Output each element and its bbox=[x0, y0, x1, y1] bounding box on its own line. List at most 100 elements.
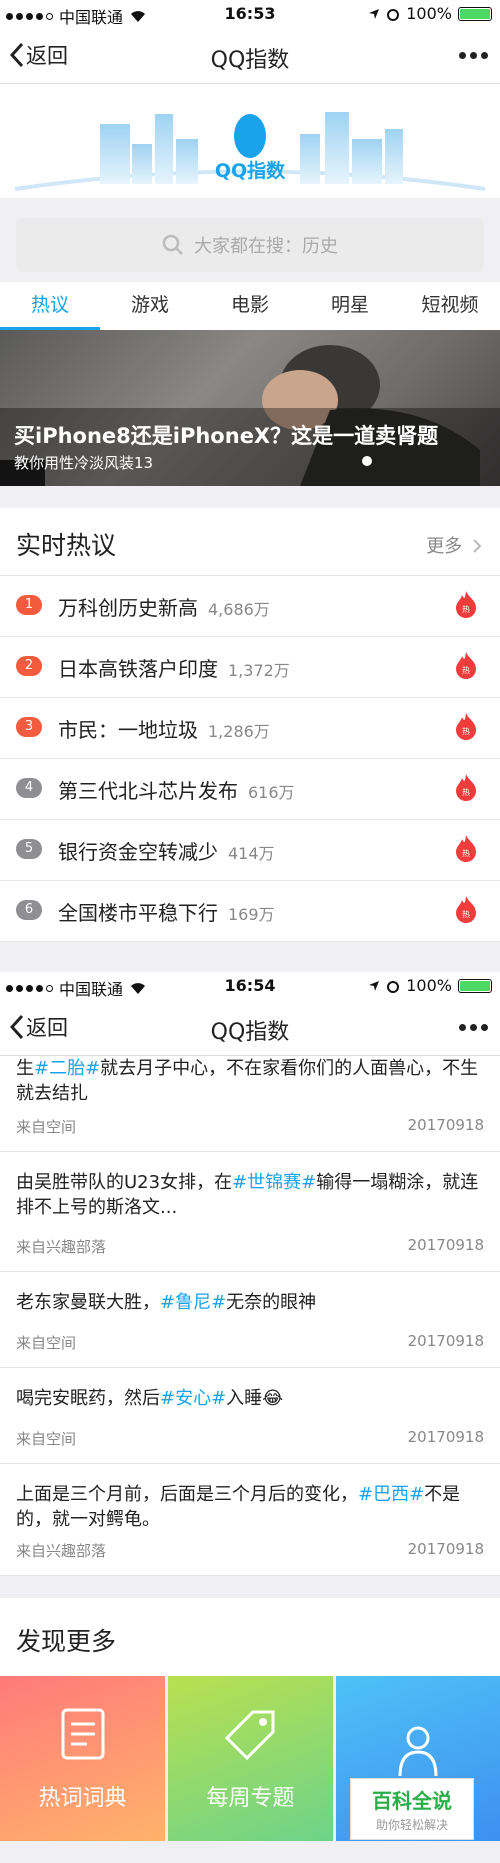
hot-list-row[interactable]: 5 银行资金空转减少 414万 热 bbox=[0, 820, 500, 881]
fire-icon: 热 bbox=[456, 774, 476, 801]
feed-source: 来自空间 bbox=[16, 1334, 77, 1352]
battery-icon bbox=[458, 6, 492, 21]
topic-text: 第三代北斗芯片发布 bbox=[58, 779, 238, 803]
feed-date: 20170918 bbox=[407, 1428, 484, 1446]
feed-date: 20170918 bbox=[407, 1540, 484, 1558]
fire-icon: 热 bbox=[456, 652, 476, 679]
hashtag-link[interactable]: #二胎# bbox=[34, 1058, 100, 1079]
discover-section-header: 发现更多 bbox=[0, 1598, 500, 1676]
hashtag-link[interactable]: #世锦赛# bbox=[232, 1172, 316, 1193]
topic-count: 4,686万 bbox=[208, 600, 270, 619]
topic-title: 市民：一地垃圾 1,286万 bbox=[58, 714, 270, 743]
tile-hot-word-dictionary[interactable]: 热词词典 bbox=[0, 1676, 165, 1841]
tag-icon bbox=[224, 1710, 274, 1760]
alarm-icon bbox=[387, 8, 400, 21]
feed-text-part: 老东家曼联大胜， bbox=[16, 1292, 160, 1313]
topic-count: 616万 bbox=[248, 783, 295, 802]
feed-item[interactable]: 上面是三个月前，后面是三个月后的变化，#巴西#不是的，就一对鳄龟。 来自兴趣部落 2… bbox=[0, 1464, 500, 1576]
svg-text:热: 热 bbox=[462, 726, 470, 736]
feed-text-part: 生 bbox=[16, 1058, 34, 1079]
chevron-left-icon bbox=[10, 42, 24, 68]
feed-item[interactable]: 喝完安眠药，然后#安心#入睡😂 来自空间 20170918 bbox=[0, 1368, 500, 1464]
rank-badge: 2 bbox=[16, 656, 42, 676]
back-label: 返回 bbox=[26, 44, 68, 68]
battery-percent: 100% bbox=[406, 4, 452, 23]
hot-list-row[interactable]: 4 第三代北斗芯片发布 616万 热 bbox=[0, 759, 500, 820]
feed-text: 老东家曼联大胜，#鲁尼#无奈的眼神 bbox=[16, 1290, 484, 1315]
tab-games[interactable]: 游戏 bbox=[100, 282, 200, 330]
topic-title: 万科创历史新高 4,686万 bbox=[58, 592, 270, 621]
tile-weekly-topics[interactable]: 每周专题 bbox=[168, 1676, 333, 1841]
section-title: 实时热议 bbox=[16, 531, 117, 560]
feed-text-part: 由吴胜带队的U23女排，在 bbox=[16, 1172, 233, 1193]
rank-badge: 1 bbox=[16, 595, 42, 615]
feed-text-part: 喝完安眠药，然后 bbox=[16, 1388, 160, 1409]
feed-item[interactable]: 生#二胎#就去月子中心，不在家看你们的人面兽心，不生就去结扎来自空间 201709… bbox=[0, 1056, 500, 1152]
topic-text: 日本高铁落户印度 bbox=[58, 657, 218, 681]
alarm-icon bbox=[387, 980, 400, 993]
feed-text: 生#二胎#就去月子中心，不在家看你们的人面兽心，不生就去结扎 bbox=[16, 1056, 484, 1106]
tab-hot[interactable]: 热议 bbox=[0, 282, 100, 330]
book-icon bbox=[61, 1708, 104, 1759]
topic-count: 414万 bbox=[228, 844, 275, 863]
section-title: 发现更多 bbox=[16, 1627, 117, 1656]
fire-icon: 热 bbox=[456, 835, 476, 862]
search-input[interactable]: 大家都在搜：历史 bbox=[16, 218, 484, 272]
topic-text: 市民：一地垃圾 bbox=[58, 718, 198, 742]
feed-item[interactable]: 由吴胜带队的U23女排，在#世锦赛#输得一塌糊涂，就连排不上号的斯洛文... 来自… bbox=[0, 1152, 500, 1272]
topic-title: 日本高铁落户印度 1,372万 bbox=[58, 653, 290, 682]
rank-badge: 4 bbox=[16, 778, 42, 798]
more-link[interactable]: 更多 bbox=[426, 532, 482, 558]
feed-source: 来自兴趣部落 bbox=[16, 1238, 107, 1256]
back-button[interactable]: 返回 bbox=[10, 40, 68, 70]
back-label: 返回 bbox=[26, 1016, 68, 1040]
hot-list-row[interactable]: 6 全国楼市平稳下行 169万 热 bbox=[0, 881, 500, 942]
topic-title: 银行资金空转减少 414万 bbox=[58, 836, 275, 865]
fire-icon: 热 bbox=[456, 591, 476, 618]
tab-movies[interactable]: 电影 bbox=[200, 282, 300, 330]
rank-badge: 3 bbox=[16, 717, 42, 737]
hero-subtitle: 教你用性冷淡风装13 bbox=[14, 454, 154, 472]
more-menu-button[interactable] bbox=[459, 52, 488, 59]
tab-stars[interactable]: 明星 bbox=[300, 282, 400, 330]
nav-bar-2: 返回 QQ指数 bbox=[0, 1000, 500, 1056]
hot-list-row[interactable]: 3 市民：一地垃圾 1,286万 热 bbox=[0, 698, 500, 759]
tile-label: 每周专题 bbox=[206, 1785, 295, 1811]
search-icon bbox=[162, 234, 183, 255]
feed-source: 来自空间 bbox=[16, 1430, 77, 1448]
logo-text: QQ指数 bbox=[214, 160, 286, 182]
watermark-badge: 百科全说 助你轻松解决 bbox=[350, 1778, 474, 1840]
hero-carousel[interactable]: 买iPhone8还是iPhoneX？这是一道卖肾题 教你用性冷淡风装13 bbox=[0, 330, 500, 486]
hot-list-row[interactable]: 1 万科创历史新高 4,686万 热 bbox=[0, 576, 500, 637]
battery-icon bbox=[458, 978, 492, 993]
hashtag-link[interactable]: #巴西# bbox=[358, 1484, 424, 1505]
hashtag-link[interactable]: #安心# bbox=[160, 1388, 226, 1409]
more-menu-button[interactable] bbox=[459, 1024, 488, 1031]
tab-short-video[interactable]: 短视频 bbox=[400, 282, 500, 330]
feed-text: 上面是三个月前，后面是三个月后的变化，#巴西#不是的，就一对鳄龟。 bbox=[16, 1482, 484, 1532]
more-label: 更多 bbox=[426, 536, 463, 557]
svg-text:热: 热 bbox=[462, 604, 470, 614]
topic-text: 万科创历史新高 bbox=[58, 596, 198, 620]
person-icon bbox=[398, 1726, 438, 1776]
carousel-indicator bbox=[362, 456, 372, 466]
feed-item[interactable]: 老东家曼联大胜，#鲁尼#无奈的眼神 来自空间 20170918 bbox=[0, 1272, 500, 1368]
feed-date: 20170918 bbox=[407, 1116, 484, 1134]
page-title: QQ指数 bbox=[210, 1020, 290, 1045]
search-placeholder: 大家都在搜：历史 bbox=[194, 236, 338, 257]
back-button[interactable]: 返回 bbox=[10, 1012, 68, 1042]
topic-text: 全国楼市平稳下行 bbox=[58, 901, 218, 925]
svg-text:热: 热 bbox=[462, 665, 470, 675]
page-title: QQ指数 bbox=[210, 48, 290, 73]
hot-list-row[interactable]: 2 日本高铁落户印度 1,372万 热 bbox=[0, 637, 500, 698]
hashtag-link[interactable]: #鲁尼# bbox=[160, 1292, 226, 1313]
status-bar: 中国联通 16:53 100% bbox=[0, 0, 500, 28]
chevron-left-icon bbox=[10, 1014, 24, 1040]
topic-text: 银行资金空转减少 bbox=[58, 840, 218, 864]
status-bar-2: 中国联通 16:54 100% bbox=[0, 972, 500, 1000]
rank-badge: 5 bbox=[16, 839, 42, 859]
topic-title: 全国楼市平稳下行 169万 bbox=[58, 897, 275, 926]
nav-bar: 返回 QQ指数 bbox=[0, 28, 500, 84]
watermark-main: 百科全说 bbox=[372, 1789, 452, 1813]
feed-source: 来自空间 bbox=[16, 1118, 77, 1136]
